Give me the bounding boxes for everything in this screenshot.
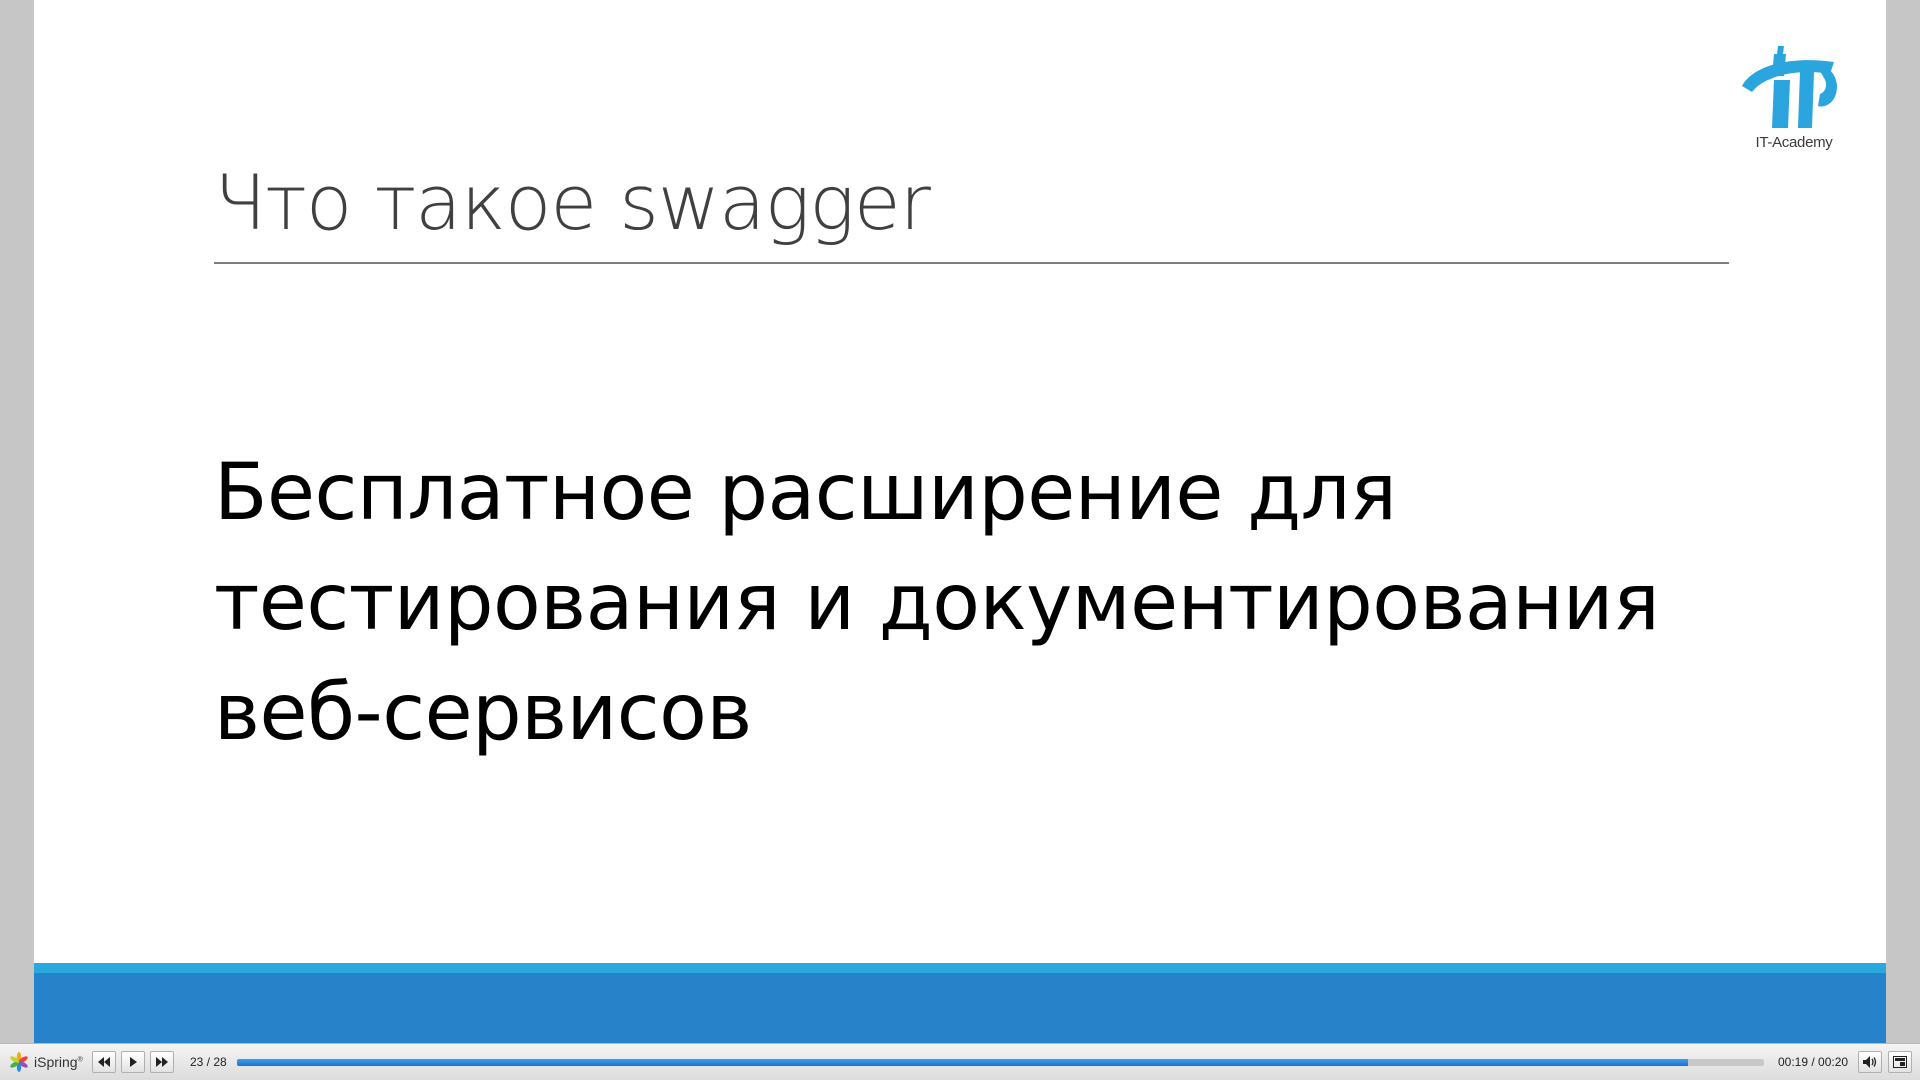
next-slide-button[interactable] (150, 1051, 174, 1073)
volume-button[interactable] (1858, 1051, 1882, 1073)
fast-forward-icon (156, 1057, 168, 1067)
rewind-icon (98, 1057, 110, 1067)
slide: IT-Academy Что такое swagger Бесплатное … (34, 0, 1886, 1043)
presentation-viewer: IT-Academy Что такое swagger Бесплатное … (0, 0, 1920, 1080)
ispring-flower-icon (10, 1052, 28, 1072)
it-academy-logo: IT-Academy (1734, 46, 1854, 156)
brand-name: iSpring® (34, 1054, 83, 1070)
body-line: веб-сервисов (214, 668, 752, 758)
body-line: Бесплатное расширение для (214, 448, 1397, 538)
slide-title: Что такое swagger (214, 158, 931, 247)
play-button[interactable] (121, 1051, 145, 1073)
footer-band (34, 973, 1886, 1043)
fullscreen-button[interactable] (1888, 1051, 1912, 1073)
player-brand[interactable]: iSpring® (8, 1044, 83, 1080)
slide-counter: 23 / 28 (190, 1055, 227, 1069)
title-divider (214, 262, 1729, 264)
logo-text: IT-Academy (1755, 134, 1833, 151)
previous-slide-button[interactable] (92, 1051, 116, 1073)
body-line: тестирования и документирования (214, 558, 1660, 648)
progress-bar[interactable] (237, 1059, 1764, 1066)
footer-accent-stripe (34, 963, 1886, 973)
speaker-icon (1863, 1056, 1877, 1068)
progress-fill (237, 1059, 1688, 1066)
player-toolbar: iSpring® 23 / 28 00:19 / 00:20 (0, 1043, 1920, 1080)
slide-body: Бесплатное расширение для тестирования и… (214, 438, 1774, 768)
fullscreen-icon (1893, 1056, 1907, 1068)
it-academy-logo-icon (1742, 46, 1838, 128)
play-icon (130, 1057, 137, 1067)
time-readout: 00:19 / 00:20 (1778, 1055, 1849, 1069)
